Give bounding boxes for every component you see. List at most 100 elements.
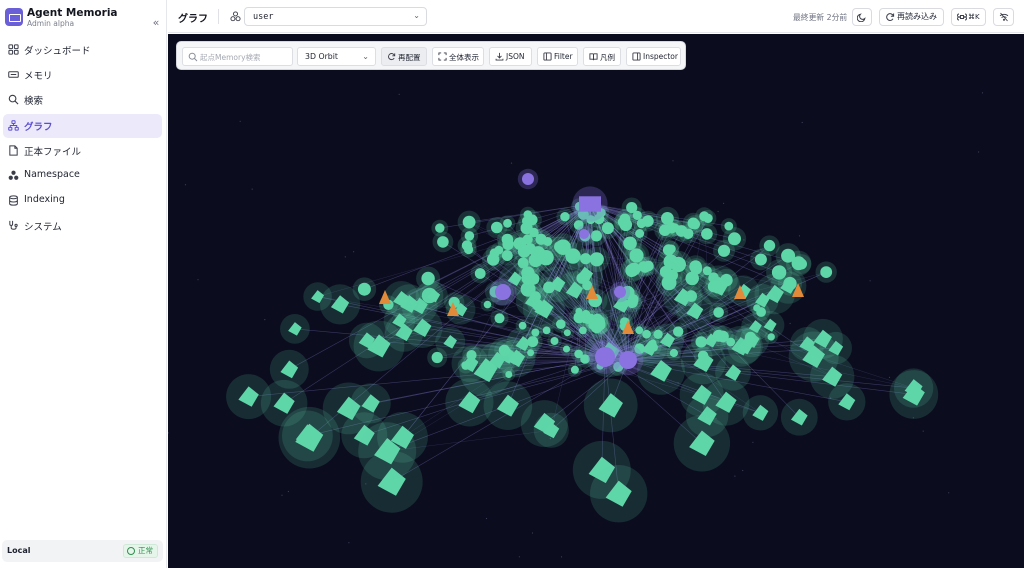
chevron-down-icon: ⌄	[413, 11, 420, 20]
memory-node[interactable]	[432, 231, 454, 253]
memory-node[interactable]	[427, 347, 448, 368]
memory-node[interactable]	[358, 422, 417, 481]
legend-button[interactable]: 凡例	[583, 47, 621, 66]
memory-node[interactable]	[889, 370, 939, 419]
memory-node[interactable]	[655, 206, 679, 230]
memory-node[interactable]	[524, 346, 537, 360]
memory-node[interactable]	[269, 349, 309, 389]
hub-node[interactable]	[489, 278, 517, 306]
memory-node[interactable]	[280, 314, 310, 344]
memory-node[interactable]	[709, 302, 729, 322]
background-star	[197, 279, 199, 281]
sidebar-item-label: 正本ファイル	[24, 146, 82, 158]
memory-node[interactable]	[681, 289, 697, 305]
memory-node[interactable]	[740, 327, 761, 348]
filter-button[interactable]: Filter	[537, 47, 578, 66]
sidebar-item-search[interactable]: 検索	[3, 88, 162, 112]
memory-node[interactable]	[517, 268, 538, 289]
memory-node[interactable]	[490, 309, 509, 328]
sidebar-item-namespace[interactable]: Namespace	[3, 164, 162, 188]
theme-toggle-button[interactable]	[852, 8, 872, 26]
memory-node[interactable]	[483, 381, 533, 431]
memory-node[interactable]	[419, 281, 448, 311]
memory-node[interactable]	[470, 263, 490, 284]
sidebar-item-system[interactable]: システム	[3, 214, 162, 238]
view-mode-select[interactable]: 3D Orbit ⌄	[297, 47, 376, 66]
memory-node[interactable]	[457, 357, 474, 374]
hub-node[interactable]	[575, 225, 593, 243]
memory-node[interactable]	[764, 330, 778, 344]
memory-node[interactable]	[666, 345, 682, 361]
memory-node[interactable]	[583, 378, 638, 433]
inspector-button[interactable]: Inspector	[626, 47, 681, 66]
memory-node[interactable]	[303, 282, 332, 311]
memory-node[interactable]	[655, 260, 677, 283]
memory-node[interactable]	[515, 217, 538, 240]
memory-node[interactable]	[708, 325, 730, 347]
memory-node[interactable]	[494, 340, 515, 361]
memory-node[interactable]	[515, 318, 530, 333]
background-star	[348, 542, 350, 544]
disconnect-button[interactable]	[993, 8, 1014, 26]
fit-view-button[interactable]: 全体表示	[432, 47, 484, 66]
memory-node[interactable]	[537, 299, 555, 317]
hub-node[interactable]	[612, 344, 644, 376]
background-star	[239, 120, 241, 122]
memory-node[interactable]	[703, 275, 725, 298]
collapse-sidebar-button[interactable]: «	[149, 16, 163, 30]
memory-node[interactable]	[632, 323, 647, 338]
memory-node[interactable]	[226, 374, 272, 420]
memory-node[interactable]	[815, 261, 837, 283]
memory-node[interactable]	[528, 325, 543, 340]
memory-node[interactable]	[668, 322, 688, 341]
background-star	[344, 256, 346, 258]
hub-node[interactable]	[517, 168, 539, 190]
graph-viewport[interactable]	[168, 34, 1024, 568]
memory-node[interactable]	[750, 301, 764, 315]
background-star	[510, 162, 513, 164]
sidebar-item-dashboard[interactable]: ダッシュボード	[3, 38, 162, 62]
memory-node[interactable]	[278, 406, 341, 469]
background-star	[798, 235, 801, 237]
brand-logo-icon	[5, 8, 23, 26]
memory-node[interactable]	[353, 320, 405, 372]
relayout-button[interactable]: 再配置	[381, 47, 427, 66]
sidebar-item-indexing[interactable]: Indexing	[3, 189, 162, 213]
memory-node[interactable]	[780, 398, 818, 436]
namespace-value: user	[253, 12, 274, 22]
export-json-button[interactable]: JSON	[489, 47, 532, 66]
reload-button[interactable]: 再読み込み	[879, 8, 944, 26]
memory-node[interactable]	[571, 268, 593, 289]
hub-node[interactable]	[609, 281, 631, 303]
memory-node[interactable]	[828, 383, 866, 421]
memory-node[interactable]	[590, 465, 648, 523]
graph-icon	[8, 119, 19, 131]
memory-node[interactable]	[533, 412, 569, 448]
memory-node[interactable]	[788, 331, 839, 382]
background-star	[485, 517, 488, 520]
memory-node[interactable]	[713, 239, 735, 262]
memory-node[interactable]	[696, 223, 718, 245]
wifi-off-icon	[999, 12, 1009, 22]
command-palette-button[interactable]: ⌘K	[951, 8, 986, 26]
sidebar-item-memory[interactable]: メモリ	[3, 63, 162, 87]
background-star	[742, 469, 744, 472]
shortcut-label: ⌘K	[968, 13, 980, 21]
memory-node[interactable]	[691, 331, 712, 353]
origin-memory-search-input[interactable]	[200, 50, 290, 64]
namespace-select[interactable]: user ⌄	[244, 7, 427, 26]
memory-node[interactable]	[586, 317, 608, 338]
memory-node[interactable]	[645, 339, 662, 356]
sidebar-item-source-files[interactable]: 正本ファイル	[3, 139, 162, 163]
memory-node[interactable]	[460, 241, 477, 258]
memory-node[interactable]	[556, 208, 574, 226]
memory-node[interactable]	[502, 368, 516, 381]
memory-node[interactable]	[497, 229, 518, 250]
memory-node[interactable]	[552, 315, 570, 333]
background-star	[531, 532, 534, 534]
memory-node[interactable]	[673, 415, 731, 472]
sidebar-item-graph[interactable]: グラフ	[3, 113, 162, 138]
hub-node[interactable]	[572, 186, 608, 222]
memory-node[interactable]	[623, 242, 650, 269]
graph-canvas[interactable]: 3D Orbit ⌄ 再配置 全体表示 JSON Filter 凡例	[168, 34, 1024, 568]
